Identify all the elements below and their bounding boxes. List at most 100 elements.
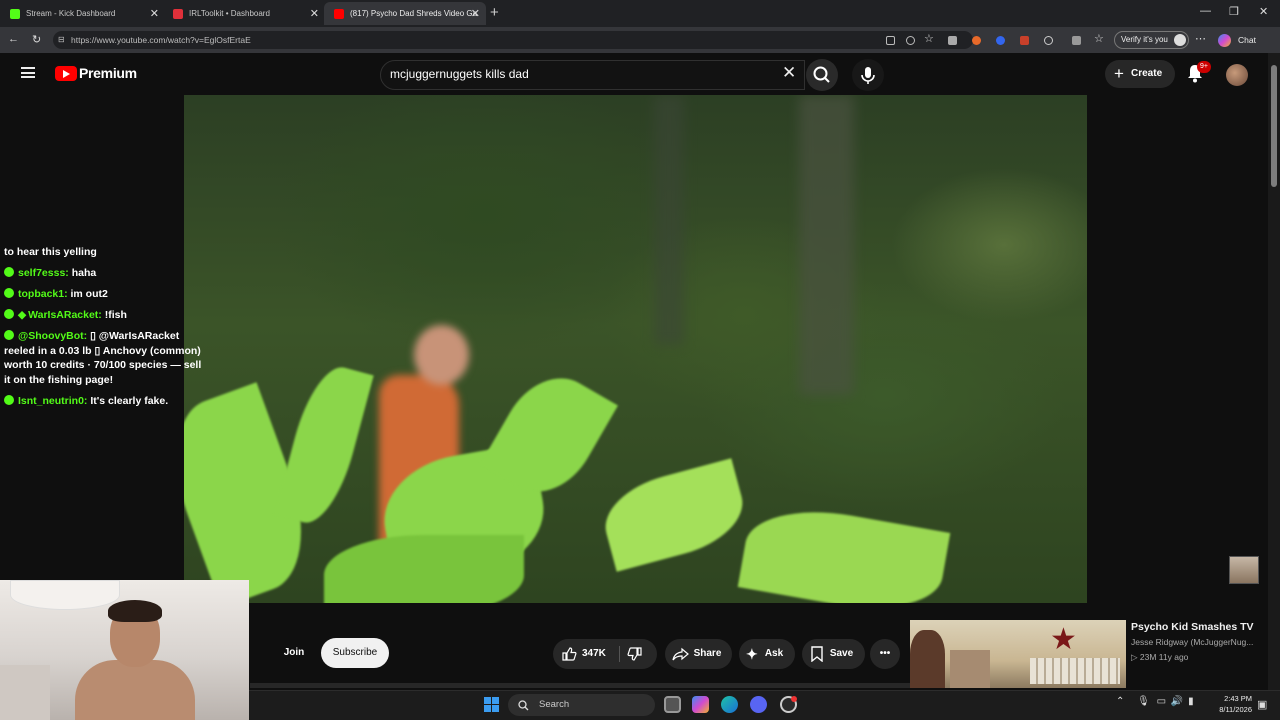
page-scrollbar[interactable] <box>1268 53 1280 690</box>
verify-label: Verify it's you <box>1121 35 1168 44</box>
brave-extension-icon[interactable] <box>972 36 981 45</box>
blue-extension-icon[interactable] <box>996 36 1005 45</box>
share-arrow-icon <box>672 647 689 661</box>
youtube-logo-icon[interactable] <box>55 66 77 81</box>
search-query-text: mcjuggernuggets kills dad <box>390 67 529 81</box>
webcam-shelf <box>0 665 50 720</box>
recommended-video-title[interactable]: Psycho Kid Smashes TV <box>1131 621 1254 633</box>
video-player[interactable] <box>184 95 1087 603</box>
thumbs-down-icon[interactable] <box>627 646 643 662</box>
discord-icon[interactable] <box>750 696 767 713</box>
video-frame-tree <box>799 95 854 395</box>
webcam-streamer-body <box>75 660 195 720</box>
search-icon <box>813 66 830 83</box>
reload-icon[interactable]: ↻ <box>32 33 41 46</box>
windows-start-icon[interactable] <box>484 697 500 713</box>
chevron-up-icon[interactable]: ⌃ <box>1116 696 1124 707</box>
clear-search-icon[interactable]: ✕ <box>782 63 796 83</box>
microphone-tray-icon[interactable]: 🎙 <box>1137 696 1150 707</box>
more-actions-button[interactable]: ••• <box>870 639 900 669</box>
chat-username: topback1: <box>18 288 68 300</box>
recommended-video-thumbnail[interactable]: ★ <box>910 620 1126 688</box>
taskbar-search-box[interactable]: Search <box>508 694 655 716</box>
system-tray: ⌃ 🎙 ▭ 🔊 ▮ <box>1116 696 1194 707</box>
hamburger-menu-icon[interactable] <box>21 67 35 78</box>
search-icon <box>518 700 529 711</box>
chat-message: Isnt_neutrin0: It's clearly fake. <box>0 394 210 409</box>
microphone-icon <box>861 67 875 84</box>
small-thumbnail[interactable] <box>1229 556 1259 584</box>
like-dislike-group: 347K <box>553 639 657 669</box>
youtube-header: Premium mcjuggernuggets kills dad ✕ + Cr… <box>0 53 1268 95</box>
close-tab-icon[interactable]: ✕ <box>471 7 480 20</box>
restore-icon[interactable]: ❐ <box>1229 5 1239 18</box>
verified-badge-icon <box>4 309 14 319</box>
shield-extension-icon[interactable] <box>948 36 957 45</box>
url-text: https://www.youtube.com/watch?v=EglOsfEr… <box>71 35 251 45</box>
ask-button[interactable]: ✦ Ask <box>739 639 795 669</box>
verify-profile-button[interactable]: Verify it's you <box>1114 31 1189 49</box>
chat-message-text: It's clearly fake. <box>90 394 169 407</box>
copilot-app-icon[interactable] <box>692 696 709 713</box>
edge-browser-icon[interactable] <box>721 696 738 713</box>
new-tab-plus-icon[interactable]: + <box>490 4 499 21</box>
battery-icon[interactable]: ▮ <box>1188 696 1194 707</box>
like-count[interactable]: 347K <box>582 639 606 669</box>
display-icon[interactable]: ▭ <box>1157 696 1166 707</box>
subscribe-button[interactable]: Subscribe <box>321 638 389 668</box>
browser-toolbar: ← ↻ ⊟ https://www.youtube.com/watch?v=Eg… <box>0 27 1280 53</box>
thumbs-up-icon[interactable] <box>561 646 577 662</box>
taskbar-clock-time[interactable]: 2:43 PM <box>1216 694 1252 703</box>
webcam-overlay <box>0 580 249 720</box>
page-horizontal-scrollbar[interactable] <box>250 683 910 688</box>
apps-icon[interactable] <box>886 36 895 45</box>
sync-icon[interactable] <box>1044 36 1053 45</box>
zoom-icon[interactable] <box>906 36 915 45</box>
close-tab-icon[interactable]: ✕ <box>310 7 319 20</box>
video-frame-leaf <box>737 498 951 603</box>
tab-irltoolkit[interactable]: IRLToolkit • Dashboard ✕ <box>163 2 325 25</box>
recommended-video-meta: ▷ 23M 11y ago <box>1131 652 1189 662</box>
create-label: Create <box>1131 68 1163 79</box>
tab-kick-dashboard[interactable]: Stream - Kick Dashboard ✕ <box>0 2 165 25</box>
subscriber-diamond-icon: ◆ <box>18 309 27 321</box>
extensions-puzzle-icon[interactable] <box>1072 36 1081 45</box>
back-arrow-icon[interactable]: ← <box>8 33 19 45</box>
copilot-icon[interactable] <box>1218 34 1231 47</box>
tab-youtube-video[interactable]: (817) Psycho Dad Shreds Video Ga ✕ <box>324 2 486 25</box>
close-window-icon[interactable]: ✕ <box>1259 5 1268 18</box>
chat-message: topback1: im out2 <box>0 287 210 302</box>
create-button[interactable]: + Create <box>1105 60 1175 88</box>
join-button[interactable]: Join <box>277 638 311 668</box>
chat-message-text: to hear this yelling <box>4 246 97 258</box>
video-frame-leaf <box>596 458 752 572</box>
chat-label[interactable]: Chat <box>1238 35 1256 45</box>
scrollbar-thumb[interactable] <box>1271 65 1277 187</box>
account-avatar[interactable] <box>1226 64 1248 86</box>
recommended-video-channel[interactable]: Jesse Ridgway (McJuggerNug... <box>1131 637 1253 647</box>
voice-search-button[interactable] <box>852 59 884 91</box>
notification-center-icon[interactable]: ▣ <box>1257 698 1267 711</box>
kick-favicon-icon <box>10 8 20 19</box>
address-bar[interactable]: ⊟ https://www.youtube.com/watch?v=EglOsf… <box>53 31 973 49</box>
task-view-icon[interactable] <box>664 696 681 713</box>
close-tab-icon[interactable]: ✕ <box>150 7 159 20</box>
download-extension-icon[interactable] <box>1020 36 1029 45</box>
browser-tab-bar: Stream - Kick Dashboard ✕ IRLToolkit • D… <box>0 0 1280 27</box>
thumbnail-person <box>910 630 945 688</box>
verified-badge-icon <box>4 394 14 405</box>
share-button[interactable]: Share <box>665 639 732 669</box>
site-info-icon[interactable]: ⊟ <box>58 31 65 49</box>
taskbar-clock-date[interactable]: 8/11/2026 <box>1206 705 1252 714</box>
more-menu-icon[interactable]: ⋯ <box>1195 32 1206 45</box>
favorites-icon[interactable]: ☆ <box>1094 32 1104 45</box>
volume-icon[interactable]: 🔊 <box>1171 696 1183 707</box>
tab-title: Stream - Kick Dashboard <box>26 9 116 18</box>
youtube-premium-label[interactable]: Premium <box>79 65 137 81</box>
search-button[interactable] <box>806 59 838 91</box>
save-button[interactable]: Save <box>802 639 865 669</box>
bookmark-star-icon[interactable]: ☆ <box>924 32 934 45</box>
thumbnail-window <box>1030 658 1120 684</box>
minimize-icon[interactable]: — <box>1200 5 1211 17</box>
webcam-ceiling-lamp <box>10 580 120 610</box>
